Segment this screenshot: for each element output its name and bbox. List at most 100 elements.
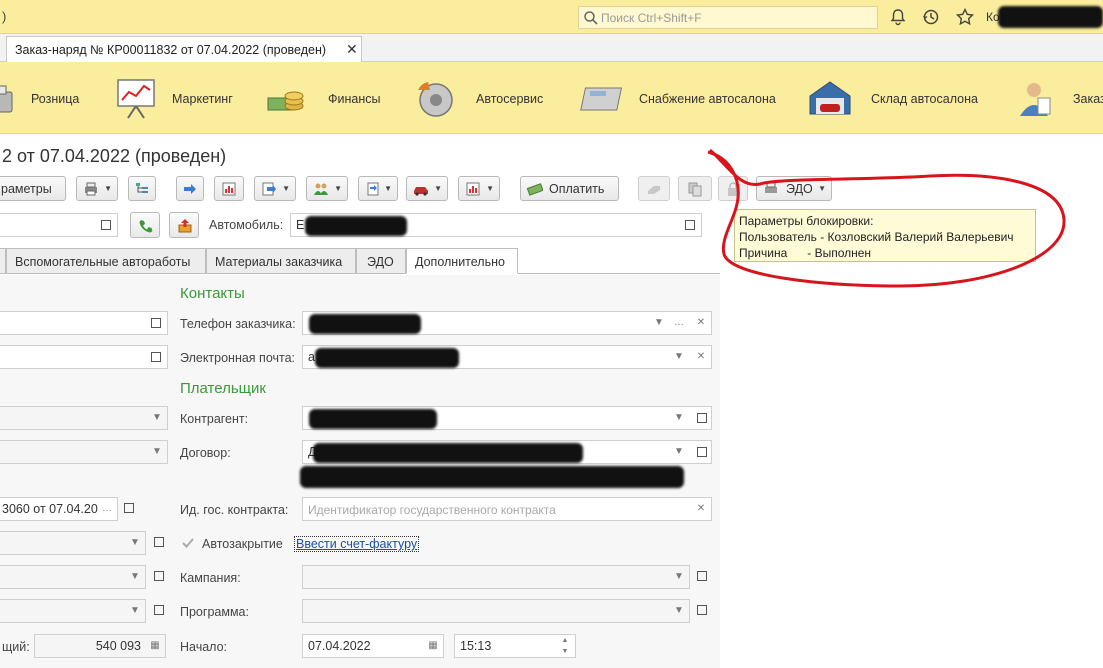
campaign-field[interactable]: ▼ [302,565,690,589]
contract-field[interactable]: Д ▼ [302,440,712,464]
disabled-button[interactable] [638,176,670,201]
report-button[interactable] [214,176,244,201]
car-button[interactable]: ▼ [406,176,448,201]
clear-icon[interactable]: ✕ [691,312,711,334]
print-button[interactable]: ▼ [76,176,118,201]
left-select-4[interactable]: ▼ [0,565,146,589]
open-icon[interactable] [697,571,707,581]
person-icon [1020,83,1051,116]
copy-button[interactable] [678,176,712,201]
chevron-down-icon[interactable]: ▼ [669,346,689,368]
phone-icon [139,220,153,233]
lock-button[interactable] [718,176,748,201]
calculator-icon[interactable]: ▦ [145,635,165,657]
call-button[interactable] [130,212,160,238]
section-dealer-warehouse[interactable]: Склад автосалона [808,62,998,134]
chevron-down-icon: ▼ [104,184,112,193]
open-icon[interactable] [154,571,164,581]
params-button[interactable]: раметры [0,176,66,201]
start-date-field[interactable]: 07.04.2022 ▦ [302,634,444,658]
clear-icon[interactable]: ✕ [691,346,711,368]
gov-contract-field[interactable]: Идентификатор государственного контракта… [302,497,712,521]
close-icon[interactable]: ✕ [346,41,358,58]
doc-ref-field[interactable]: 3060 от 07.04.20 … [0,497,118,521]
left-select-2[interactable]: ▼ [0,440,168,464]
section-autoservice[interactable]: Автосервис [410,62,560,134]
payer-heading: Плательщик [180,380,266,397]
open-icon[interactable] [697,413,707,423]
left-select-5[interactable]: ▼ [0,599,146,623]
open-icon[interactable] [154,605,164,615]
calendar-icon[interactable]: ▦ [423,635,443,657]
gov-contract-placeholder: Идентификатор государственного контракта [308,503,556,517]
structure-button[interactable] [128,176,156,201]
spinner-icon[interactable]: ▲ ▼ [555,635,575,657]
left-select-1[interactable]: ▼ [0,406,168,430]
open-icon[interactable] [697,605,707,615]
reports-dropdown-button[interactable]: ▼ [458,176,500,201]
invoice-link[interactable]: Ввести счет-фактуру [294,536,420,552]
create-based-button[interactable]: ▼ [254,176,296,201]
counterparty-field[interactable]: ▼ [302,406,712,430]
tab-label: Материалы заказчика [215,255,343,269]
tab-label: Дополнительно [415,255,505,269]
move-button[interactable] [176,176,204,201]
customer-field[interactable] [0,213,118,237]
search-input[interactable]: Поиск Ctrl+Shift+F [578,6,878,29]
section-dealer-supply[interactable]: Снабжение автосалона [576,62,796,134]
ellipsis-icon[interactable]: … [669,312,689,334]
report-icon [466,182,480,196]
chevron-down-icon[interactable]: ▼ [669,407,689,429]
history-icon[interactable] [921,7,941,27]
left-field-2[interactable] [0,345,168,369]
chevron-down-icon[interactable]: ▼ [669,600,689,622]
section-retail[interactable]: Розница [0,62,100,134]
start-time-field[interactable]: 15:13 ▲ ▼ [454,634,576,658]
chevron-down-icon[interactable]: ▼ [125,532,145,554]
contacts-heading: Контакты [180,285,245,302]
open-icon[interactable] [151,352,161,362]
document-button[interactable]: ▼ [358,176,398,201]
upload-button[interactable] [169,212,199,238]
calculator-icon [580,87,622,111]
left-select-3[interactable]: ▼ [0,531,146,555]
open-icon[interactable] [101,220,111,230]
tab-additional[interactable]: Дополнительно [406,248,518,274]
tooltip-line: Причина - Выполнен [739,246,872,260]
section-orders[interactable]: Заказ [1014,62,1103,134]
chevron-down-icon[interactable]: ▼ [125,600,145,622]
tab-aux-works[interactable]: Вспомогательные автоработы [6,248,206,274]
clear-icon[interactable]: ✕ [691,498,711,520]
left-field-1[interactable] [0,311,168,335]
bell-icon[interactable] [888,7,908,27]
section-finance[interactable]: Финансы [262,62,392,134]
employees-button[interactable]: ▼ [306,176,348,201]
chevron-down-icon[interactable]: ▼ [669,441,689,463]
phone-field[interactable]: ▼ … ✕ [302,311,712,335]
open-icon[interactable] [697,447,707,457]
edo-button[interactable]: ЭДО ▼ [756,176,832,201]
program-field[interactable]: ▼ [302,599,690,623]
open-icon[interactable] [685,220,695,230]
pay-label: Оплатить [549,182,605,196]
eraser-icon [648,186,660,194]
chevron-down-icon[interactable]: ▼ [125,566,145,588]
chevron-down-icon[interactable]: ▼ [147,441,167,463]
chevron-down-icon[interactable]: ▼ [669,566,689,588]
email-field[interactable]: a ▼ ✕ [302,345,712,369]
tab-work-order[interactable]: Заказ-наряд № КР00011832 от 07.04.2022 (… [6,36,362,62]
tab-edo[interactable]: ЭДО [356,248,406,274]
star-icon[interactable] [955,7,975,27]
chevron-down-icon[interactable]: ▼ [147,407,167,429]
open-icon[interactable] [124,503,134,513]
chevron-down-icon[interactable]: ▼ [649,312,669,334]
pay-button[interactable]: Оплатить [520,176,619,201]
open-icon[interactable] [154,537,164,547]
checkmark-icon[interactable] [181,536,195,550]
car-field[interactable]: E [290,213,702,237]
ellipsis-icon[interactable]: … [97,498,117,520]
section-marketing[interactable]: Маркетинг [110,62,250,134]
tab-customer-materials[interactable]: Материалы заказчика [206,248,356,274]
open-icon[interactable] [151,318,161,328]
chevron-down-icon: ▼ [434,184,442,193]
